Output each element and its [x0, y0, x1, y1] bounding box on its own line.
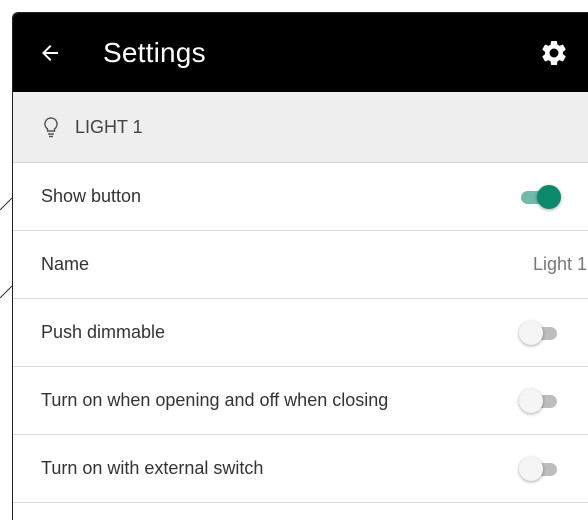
- setting-row-external-switch[interactable]: Turn on with external switch: [13, 435, 588, 503]
- app-bar: Settings: [13, 13, 588, 92]
- gear-icon[interactable]: [539, 38, 569, 68]
- callout-line: [0, 170, 13, 211]
- toggle-knob: [537, 184, 561, 209]
- setting-label: Show button: [41, 186, 142, 206]
- setting-row-turn-on-opening[interactable]: Turn on when opening and off when closin…: [13, 367, 588, 435]
- external-switch-toggle[interactable]: [519, 456, 559, 481]
- arrow-left-icon: [42, 44, 58, 61]
- section-label: LIGHT 1: [75, 116, 143, 137]
- setting-row-show-button[interactable]: Show button: [13, 163, 588, 231]
- page-title: Settings: [103, 36, 206, 68]
- section-header-light-1: LIGHT 1: [13, 92, 588, 163]
- setting-label: Name: [41, 254, 90, 274]
- push-dimmable-toggle[interactable]: [519, 320, 559, 345]
- show-button-toggle[interactable]: [519, 184, 561, 209]
- toggle-knob: [519, 456, 543, 481]
- toggle-knob: [519, 320, 543, 345]
- turn-on-opening-toggle[interactable]: [519, 388, 559, 413]
- settings-screen: Settings LIGHT 1 Show button Name Light …: [12, 12, 588, 520]
- setting-label: Push dimmable: [41, 322, 166, 342]
- callout-line: [0, 270, 13, 310]
- back-button[interactable]: [35, 38, 65, 68]
- setting-row-push-dimmable[interactable]: Push dimmable: [13, 299, 588, 367]
- setting-label: Turn on when opening and off when closin…: [41, 390, 389, 410]
- setting-row-name[interactable]: Name Light 1: [13, 231, 588, 299]
- name-value: Light 1: [532, 254, 587, 274]
- toggle-knob: [519, 388, 543, 413]
- setting-label: Turn on with external switch: [41, 458, 264, 478]
- lightbulb-icon: [44, 117, 58, 138]
